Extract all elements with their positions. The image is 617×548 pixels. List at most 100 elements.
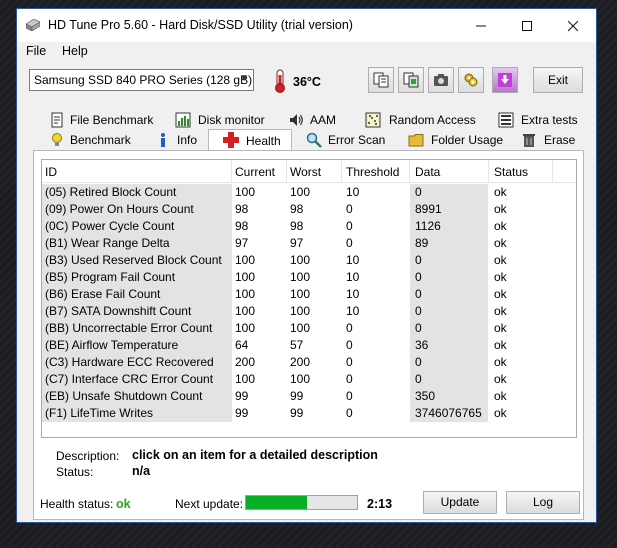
- cell-current: 100: [235, 321, 256, 335]
- table-row[interactable]: (C7) Interface CRC Error Count 100 100 0 0 ok: [42, 371, 576, 388]
- table-row[interactable]: (C3) Hardware ECC Recovered 200 200 0 0 ok: [42, 354, 576, 371]
- cell-id: (EB) Unsafe Shutdown Count: [45, 389, 203, 403]
- table-row[interactable]: (B3) Used Reserved Block Count 100 100 10 0 o…: [42, 252, 576, 269]
- cell-data: 0: [415, 287, 422, 301]
- screenshot-button[interactable]: [428, 67, 454, 93]
- cell-id: (BB) Uncorrectable Error Count: [45, 321, 213, 335]
- cell-status: ok: [494, 236, 507, 250]
- table-row[interactable]: (BE) Airflow Temperature 64 57 0 36 ok: [42, 337, 576, 354]
- next-update-progress: [245, 495, 358, 510]
- cell-data: 8991: [415, 202, 442, 216]
- cell-data: 0: [415, 253, 422, 267]
- cell-current: 100: [235, 253, 256, 267]
- cell-id: (BE) Airflow Temperature: [45, 338, 179, 352]
- cell-status: ok: [494, 202, 507, 216]
- cell-worst: 100: [290, 304, 311, 318]
- log-button[interactable]: Log: [506, 491, 580, 514]
- cell-current: 97: [235, 236, 249, 250]
- options-button[interactable]: [458, 67, 484, 93]
- cell-status: ok: [494, 338, 507, 352]
- cell-current: 100: [235, 270, 256, 284]
- temperature-value: 36°C: [293, 75, 321, 89]
- cell-worst: 100: [290, 321, 311, 335]
- trash-icon: [523, 134, 535, 147]
- chevron-down-icon: ▼: [239, 73, 249, 84]
- cell-current: 100: [235, 287, 256, 301]
- cell-data: 0: [415, 185, 422, 199]
- cell-threshold: 0: [346, 219, 353, 233]
- cell-threshold: 0: [346, 372, 353, 386]
- column-worst[interactable]: Worst: [290, 165, 321, 179]
- table-row[interactable]: (F1) LifeTime Writes 99 99 0 3746076765 ok: [42, 405, 576, 422]
- window-title: HD Tune Pro 5.60 - Hard Disk/SSD Utility…: [48, 18, 353, 32]
- menu-help[interactable]: Help: [62, 44, 88, 58]
- column-data[interactable]: Data: [415, 165, 440, 179]
- cell-current: 100: [235, 304, 256, 318]
- column-status[interactable]: Status: [494, 165, 528, 179]
- cell-status: ok: [494, 287, 507, 301]
- cell-id: (B1) Wear Range Delta: [45, 236, 170, 250]
- table-row[interactable]: (0C) Power Cycle Count 98 98 0 1126 ok: [42, 218, 576, 235]
- cell-worst: 99: [290, 406, 304, 420]
- save-button[interactable]: [492, 67, 518, 93]
- minimize-button[interactable]: [458, 9, 504, 42]
- title-bar[interactable]: HD Tune Pro 5.60 - Hard Disk/SSD Utility…: [17, 9, 596, 42]
- cell-data: 1126: [415, 219, 441, 233]
- progress-fill: [246, 496, 308, 509]
- random-access-icon: [365, 112, 381, 128]
- table-row[interactable]: (BB) Uncorrectable Error Count 100 100 0 0 ok: [42, 320, 576, 337]
- update-button[interactable]: Update: [423, 491, 497, 514]
- folder-icon: [408, 134, 424, 147]
- cell-worst: 97: [290, 236, 304, 250]
- cell-worst: 100: [290, 372, 311, 386]
- cell-data: 0: [415, 304, 422, 318]
- cell-threshold: 10: [346, 185, 360, 199]
- table-row[interactable]: (B1) Wear Range Delta 97 97 0 89 ok: [42, 235, 576, 252]
- table-header: ID Current Worst Threshold Data Status: [42, 160, 576, 183]
- cell-id: (C3) Hardware ECC Recovered: [45, 355, 214, 369]
- maximize-button[interactable]: [504, 9, 550, 42]
- copy-screenshot-button[interactable]: [398, 67, 424, 93]
- close-button[interactable]: [550, 9, 596, 42]
- cell-threshold: 0: [346, 321, 353, 335]
- menu-bar: File Help: [17, 42, 596, 62]
- camera-icon: [434, 74, 448, 86]
- cell-current: 100: [235, 185, 256, 199]
- lightbulb-icon: [52, 133, 62, 146]
- cell-data: 0: [415, 372, 422, 386]
- column-id[interactable]: ID: [45, 165, 57, 179]
- drive-select[interactable]: Samsung SSD 840 PRO Series (128 gB) ▼: [29, 69, 254, 91]
- drive-select-value: Samsung SSD 840 PRO Series (128 gB): [34, 73, 253, 87]
- cell-status: ok: [494, 355, 507, 369]
- copy-text-icon: [373, 72, 389, 88]
- cell-worst: 57: [290, 338, 304, 352]
- next-update-label: Next update:: [175, 497, 244, 511]
- table-row[interactable]: (09) Power On Hours Count 98 98 0 8991 ok: [42, 201, 576, 218]
- cell-id: (B6) Erase Fail Count: [45, 287, 161, 301]
- table-row[interactable]: (EB) Unsafe Shutdown Count 99 99 0 350 ok: [42, 388, 576, 405]
- column-current[interactable]: Current: [235, 165, 275, 179]
- table-row[interactable]: (B7) SATA Downshift Count 100 100 10 0 ok: [42, 303, 576, 320]
- table-row[interactable]: (05) Retired Block Count 100 100 10 0 ok: [42, 184, 576, 201]
- tab-health[interactable]: Health: [208, 129, 292, 151]
- thermometer-icon: [275, 69, 285, 93]
- speaker-icon: [290, 114, 303, 126]
- cell-current: 98: [235, 202, 249, 216]
- description-value: click on an item for a detailed descript…: [132, 448, 378, 462]
- smart-attributes-table[interactable]: ID Current Worst Threshold Data Status (…: [41, 159, 577, 438]
- menu-file[interactable]: File: [26, 44, 46, 58]
- table-row[interactable]: (B5) Program Fail Count 100 100 10 0 ok: [42, 269, 576, 286]
- cell-data: 350: [415, 389, 436, 403]
- cell-id: (05) Retired Block Count: [45, 185, 177, 199]
- health-cross-icon: [223, 132, 239, 148]
- cell-id: (0C) Power Cycle Count: [45, 219, 175, 233]
- cell-data: 36: [415, 338, 429, 352]
- copy-text-button[interactable]: [368, 67, 394, 93]
- column-threshold[interactable]: Threshold: [346, 165, 399, 179]
- cell-current: 100: [235, 372, 256, 386]
- exit-button[interactable]: Exit: [533, 67, 583, 93]
- cell-data: 0: [415, 321, 422, 335]
- cell-worst: 99: [290, 389, 304, 403]
- cell-id: (B7) SATA Downshift Count: [45, 304, 192, 318]
- table-row[interactable]: (B6) Erase Fail Count 100 100 10 0 ok: [42, 286, 576, 303]
